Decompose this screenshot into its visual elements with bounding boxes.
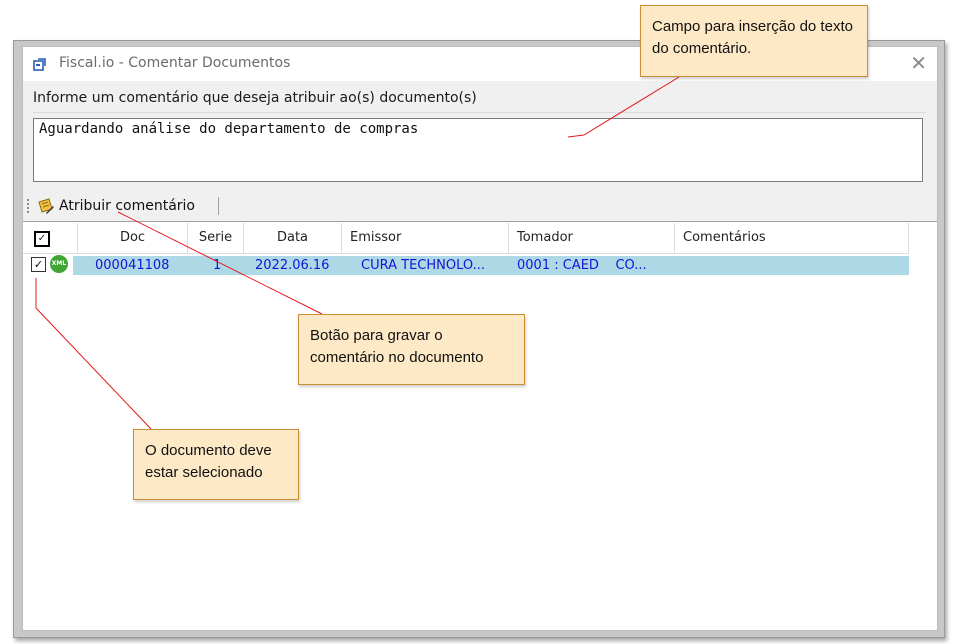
- assign-comment-button[interactable]: Atribuir comentário: [37, 195, 195, 217]
- column-header-data[interactable]: Data: [244, 223, 342, 253]
- column-header-comentarios[interactable]: Comentários: [675, 223, 909, 253]
- toolbar-separator: [218, 197, 219, 215]
- cell-data: 2022.06.16: [255, 258, 330, 273]
- cell-emissor: CURA TECHNOLO...: [361, 258, 485, 273]
- toolbar: Atribuir comentário: [23, 191, 937, 222]
- cell-comentarios: [683, 256, 903, 275]
- comment-prompt-label: Informe um comentário que deseja atribui…: [33, 90, 477, 106]
- cell-serie: 1: [213, 258, 222, 273]
- window-title: Fiscal.io - Comentar Documentos: [59, 55, 291, 71]
- note-pencil-icon: [38, 198, 54, 214]
- comment-input[interactable]: Aguardando análise do departamento de co…: [33, 118, 923, 182]
- divider: [33, 112, 926, 113]
- column-header-doc[interactable]: Doc: [78, 223, 188, 253]
- cell-tomador: 0001 : CAED CO...: [517, 258, 647, 273]
- app-icon: [33, 58, 46, 71]
- documents-grid: ✓ Doc Serie Data Emissor Tomador Comentá…: [23, 223, 937, 630]
- callout-selection: O documento deve estar selecionado: [133, 429, 299, 500]
- column-header-serie[interactable]: Serie: [188, 223, 244, 253]
- select-all-column[interactable]: ✓: [23, 223, 78, 253]
- xml-badge-icon: XML: [50, 255, 68, 273]
- column-header-tomador[interactable]: Tomador: [509, 223, 675, 253]
- column-header-emissor[interactable]: Emissor: [342, 223, 509, 253]
- row-checkbox[interactable]: ✓: [31, 257, 46, 272]
- grid-header: ✓ Doc Serie Data Emissor Tomador Comentá…: [23, 223, 909, 254]
- close-icon[interactable]: ✕: [910, 53, 927, 73]
- callout-save-button: Botão para gravar o comentário no docume…: [298, 314, 525, 385]
- table-row[interactable]: 000041108 1 2022.06.16 CURA TECHNOLO... …: [73, 256, 909, 275]
- callout-comment-field: Campo para inserção do texto do comentár…: [640, 5, 868, 77]
- toolbar-grip[interactable]: [27, 199, 31, 213]
- cell-doc: 000041108: [95, 258, 170, 273]
- assign-comment-label: Atribuir comentário: [59, 198, 195, 214]
- select-all-checkbox-icon[interactable]: ✓: [34, 231, 50, 247]
